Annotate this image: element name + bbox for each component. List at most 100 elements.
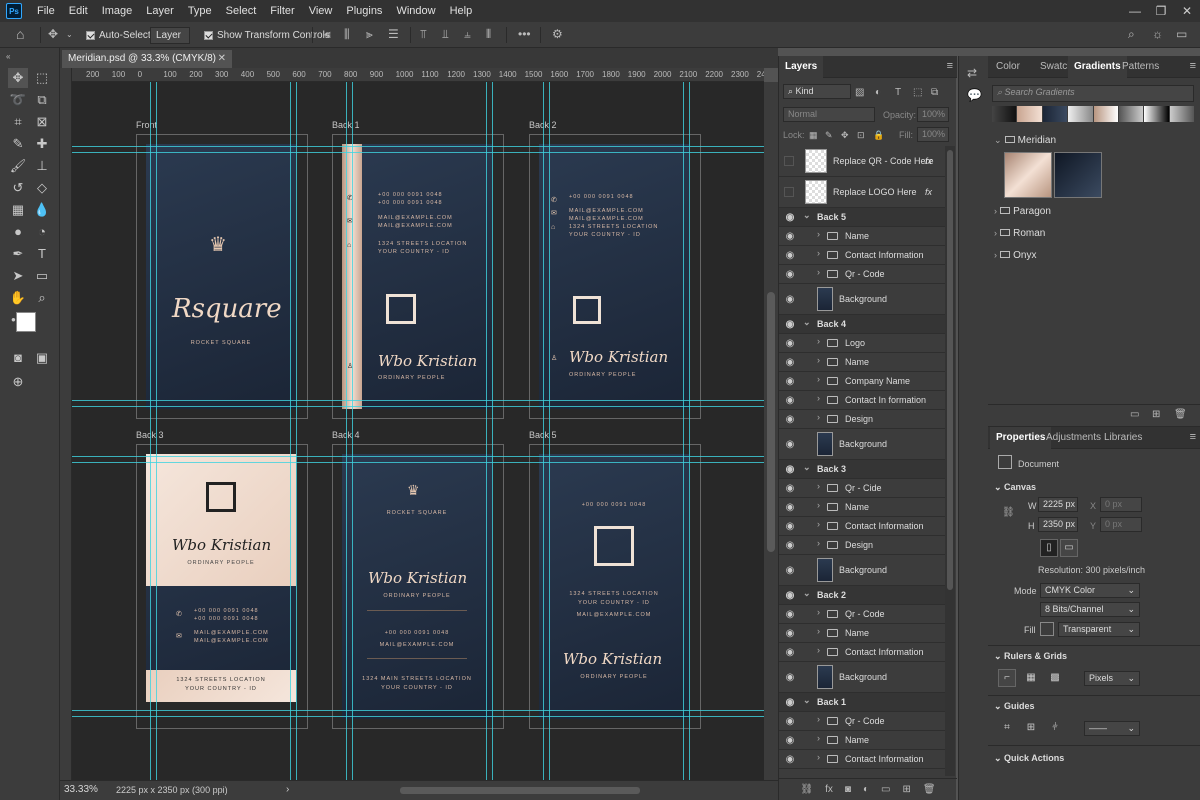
gradient-tool-icon[interactable]: ▦ xyxy=(8,200,28,220)
discover-bulb-icon[interactable]: ☼ xyxy=(1152,27,1163,41)
rulers-grids-section[interactable]: ⌄ Rulers & Grids xyxy=(994,651,1067,662)
status-arrow-icon[interactable]: › xyxy=(286,784,289,795)
guide-line[interactable] xyxy=(543,82,544,780)
layer-row[interactable]: ◉ › Name xyxy=(779,353,945,372)
expand-folder-icon[interactable]: › xyxy=(817,714,820,724)
guide-line[interactable] xyxy=(72,462,764,463)
align-center-icon[interactable]: ⫼ xyxy=(344,27,350,41)
expand-folder-icon[interactable]: › xyxy=(817,393,820,403)
guide-line[interactable] xyxy=(72,716,764,717)
adjustment-layer-icon[interactable]: ◐ xyxy=(863,784,869,795)
lasso-tool-icon[interactable]: ➰ xyxy=(8,90,28,110)
lock-image-icon[interactable]: ✎ xyxy=(825,128,833,142)
visibility-eye-icon[interactable]: ◉ xyxy=(784,414,796,426)
quick-mask-icon[interactable]: ◙ xyxy=(8,348,28,368)
filter-pixel-icon[interactable]: ▨ xyxy=(855,86,864,100)
guide-line[interactable] xyxy=(72,456,764,457)
hand-tool-icon[interactable]: ✋ xyxy=(8,288,28,308)
visibility-eye-icon[interactable]: ◉ xyxy=(784,609,796,621)
search-icon[interactable]: ⌕ xyxy=(1128,27,1135,41)
expand-group-icon[interactable]: ⌄ xyxy=(803,317,811,328)
panel-menu-icon[interactable]: ≡ xyxy=(947,60,953,72)
rectangle-tool-icon[interactable]: ▭ xyxy=(32,266,52,286)
align-left-icon[interactable]: ⫷ xyxy=(324,27,331,41)
minimize-icon[interactable]: — xyxy=(1122,0,1148,22)
layer-group-row[interactable]: ◉ ⌄ Back 5 xyxy=(779,208,945,227)
menu-plugins[interactable]: Plugins xyxy=(339,0,389,22)
filter-type-icon[interactable]: T xyxy=(895,86,901,100)
guide-line[interactable] xyxy=(72,710,764,711)
visibility-eye-icon[interactable]: ◉ xyxy=(784,294,796,306)
chevron-down-icon[interactable]: ⌄ xyxy=(66,28,73,42)
guide-line[interactable] xyxy=(290,82,291,780)
menu-view[interactable]: View xyxy=(302,0,340,22)
delete-gradient-icon[interactable]: 🗑 xyxy=(1174,409,1187,420)
distribute-middle-icon[interactable]: ⫫ xyxy=(442,27,449,41)
new-guide-layout-icon[interactable]: ⫩ xyxy=(1046,719,1064,737)
close-window-icon[interactable]: ✕ xyxy=(1174,0,1200,22)
filter-shape-icon[interactable]: ⬚ xyxy=(913,86,922,100)
foreground-color-swatch[interactable] xyxy=(16,312,36,332)
layer-row[interactable]: ◉ › Company Name xyxy=(779,372,945,391)
menu-window[interactable]: Window xyxy=(389,0,442,22)
delete-layer-icon[interactable]: 🗑 xyxy=(923,784,936,795)
bit-depth-dropdown[interactable]: 8 Bits/Channel ⌄ xyxy=(1040,602,1140,617)
layer-row[interactable]: ◉ › Contact In formation xyxy=(779,391,945,410)
expand-group-icon[interactable]: ⌄ xyxy=(803,588,811,599)
guide-line[interactable] xyxy=(346,82,347,780)
guide-line[interactable] xyxy=(72,152,764,153)
guide-line[interactable] xyxy=(72,400,764,401)
horizontal-scroll-thumb[interactable] xyxy=(400,787,640,794)
document-tab[interactable]: Meridian.psd @ 33.3% (CMYK/8) ✕ xyxy=(62,50,232,68)
expand-folder-icon[interactable]: › xyxy=(817,645,820,655)
expand-group-icon[interactable]: ⌄ xyxy=(803,695,811,706)
search-gradients-input[interactable]: ⌕ Search Gradients xyxy=(992,85,1194,102)
layer-row[interactable]: ◉ › Name xyxy=(779,498,945,517)
menu-help[interactable]: Help xyxy=(443,0,480,22)
expand-folder-icon[interactable]: › xyxy=(817,626,820,636)
layer-row[interactable]: ◉ › Qr - Code xyxy=(779,265,945,284)
fill-swatch[interactable] xyxy=(1040,622,1054,636)
gradient-group-onyx[interactable]: › Onyx xyxy=(994,249,1036,261)
crop-tool-icon[interactable]: ⌗ xyxy=(8,112,28,132)
guide-line[interactable] xyxy=(72,406,764,407)
collapse-toolbar-icon[interactable]: « xyxy=(6,50,10,64)
visibility-eye-icon[interactable]: ◉ xyxy=(784,250,796,262)
restore-icon[interactable]: ❐ xyxy=(1148,0,1174,22)
guide-line[interactable] xyxy=(492,82,493,780)
expand-folder-icon[interactable]: › xyxy=(817,607,820,617)
visibility-eye-icon[interactable]: ◉ xyxy=(784,338,796,350)
add-mask-icon[interactable]: ◙ xyxy=(845,784,851,795)
type-tool-icon[interactable]: T xyxy=(32,244,52,264)
move-tool-icon[interactable]: ✥ xyxy=(8,68,28,88)
fx-icon[interactable]: fx xyxy=(925,187,932,197)
visibility-eye-icon[interactable]: ◉ xyxy=(784,464,796,476)
dodge-burn-tool-icon[interactable]: ◔ xyxy=(32,222,52,242)
grid-toggle-icon[interactable]: ▦ xyxy=(1022,669,1040,687)
visibility-eye-icon[interactable]: ◉ xyxy=(784,357,796,369)
panel-menu-icon[interactable]: ≡ xyxy=(1190,431,1196,443)
pixel-grid-icon[interactable]: ▩ xyxy=(1046,669,1064,687)
layer-row[interactable]: ◉ › Design xyxy=(779,410,945,429)
object-select-tool-icon[interactable]: ⧉ xyxy=(32,90,52,110)
menu-file[interactable]: File xyxy=(30,0,62,22)
link-layers-icon[interactable]: ⛓ xyxy=(800,784,813,795)
expand-folder-icon[interactable]: › xyxy=(817,500,820,510)
distribute-top-icon[interactable]: ⫪ xyxy=(420,27,427,41)
expand-group-icon[interactable]: ⌄ xyxy=(803,462,811,473)
layers-scrollbar[interactable] xyxy=(945,146,955,776)
visibility-eye-icon[interactable]: ◉ xyxy=(784,319,796,331)
fx-icon[interactable]: fx xyxy=(825,784,833,795)
expand-folder-icon[interactable]: › xyxy=(817,412,820,422)
expand-folder-icon[interactable]: › xyxy=(817,733,820,743)
layer-group-row[interactable]: ◉ ⌄ Back 4 xyxy=(779,315,945,334)
visibility-eye-icon[interactable]: ◉ xyxy=(784,540,796,552)
ruler-toggle-icon[interactable]: ⌐ xyxy=(998,669,1016,687)
layer-row[interactable]: ◉ › Qr - Code xyxy=(779,712,945,731)
extra-tools-icon[interactable]: ⊕ xyxy=(8,372,28,392)
color-mode-dropdown[interactable]: CMYK Color ⌄ xyxy=(1040,583,1140,598)
vertical-scrollbar[interactable] xyxy=(764,82,778,780)
fill-dropdown[interactable]: Transparent ⌄ xyxy=(1058,622,1140,637)
expand-group-icon[interactable]: ⌄ xyxy=(803,210,811,221)
more-options-icon[interactable]: ••• xyxy=(518,27,531,41)
